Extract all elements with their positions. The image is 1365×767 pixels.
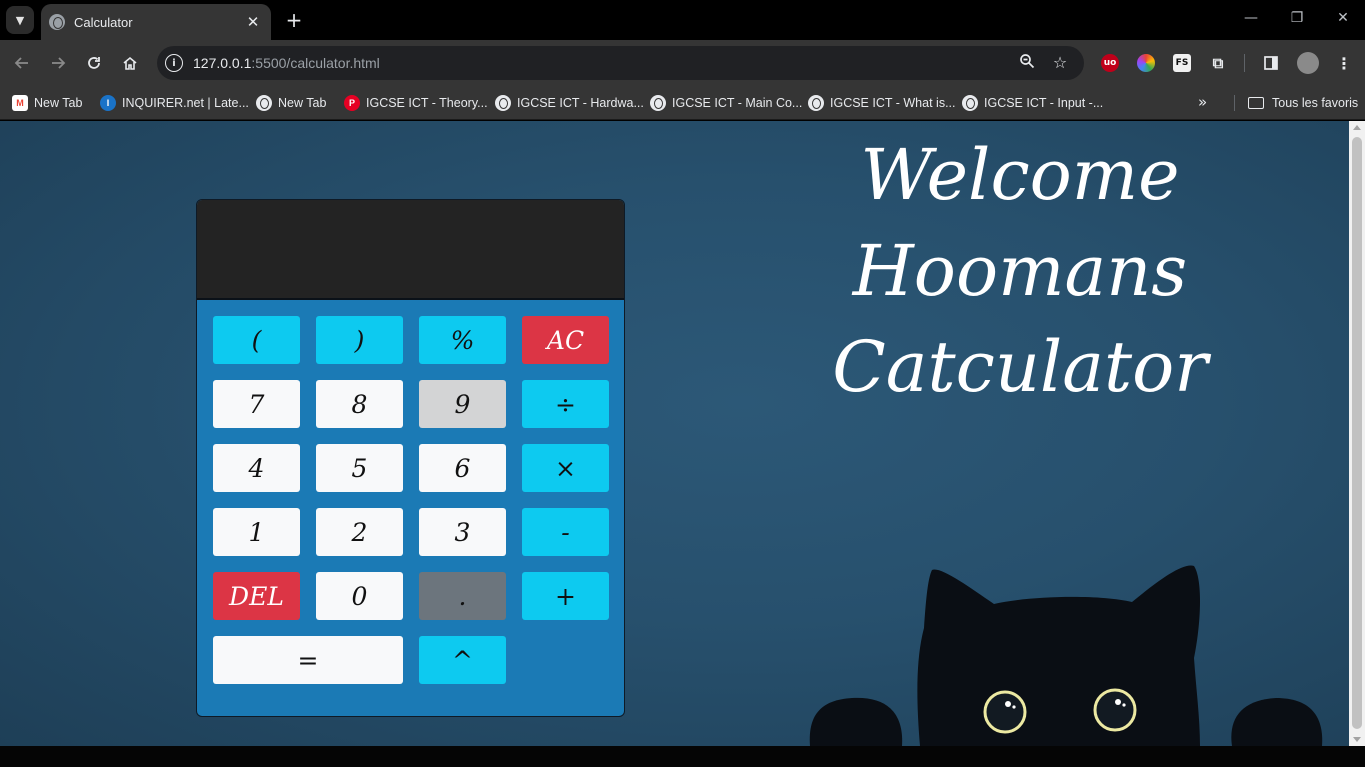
folder-icon [1248,97,1264,109]
key-close-paren[interactable]: ) [316,316,403,364]
key-open-paren[interactable]: ( [213,316,300,364]
back-button[interactable] [10,51,34,75]
key-0[interactable]: 0 [316,572,403,620]
scroll-up-arrow-icon[interactable] [1353,125,1361,130]
color-picker-extension-icon[interactable] [1137,54,1155,72]
key-3[interactable]: 3 [419,508,506,556]
bookmark-item[interactable]: IGCSE ICT - Main Co... [650,92,802,114]
fs-extension-icon[interactable]: FS [1173,54,1191,72]
url-text[interactable]: 127.0.0.1:5500/calculator.html [193,55,380,71]
welcome-line: Catculator [832,326,1208,408]
profile-avatar[interactable] [1297,52,1319,74]
key-decimal[interactable]: . [419,572,506,620]
key-2[interactable]: 2 [316,508,403,556]
arrow-right-icon [52,57,66,69]
vertical-scrollbar[interactable] [1349,121,1365,746]
cat-paw-left [809,697,903,746]
bookmark-item[interactable]: IGCSE ICT - Hardwa... [495,92,644,114]
tab-strip: ▼ Calculator ✕ + — ❐ ✕ [0,0,1365,40]
key-add[interactable]: + [522,572,609,620]
pinterest-icon: P [344,95,360,111]
key-6[interactable]: 6 [419,444,506,492]
globe-icon [650,95,666,111]
welcome-heading: Welcome Hoomans Catculator [700,121,1340,415]
bookmark-item[interactable]: P IGCSE ICT - Theory... [344,92,488,114]
scroll-down-arrow-icon[interactable] [1353,737,1361,742]
toolbar-divider [1244,54,1245,72]
key-5[interactable]: 5 [316,444,403,492]
bookmark-item[interactable]: IGCSE ICT - Input -... [962,92,1103,114]
key-4[interactable]: 4 [213,444,300,492]
calculator-keypad: ( ) % AC 7 8 9 ÷ 4 5 6 × 1 2 3 - DEL 0 .… [213,316,609,684]
globe-icon [49,14,65,30]
ublock-icon[interactable]: uo [1101,54,1119,72]
minimize-button[interactable]: — [1241,10,1261,26]
new-tab-button[interactable]: + [282,8,306,32]
welcome-line: Hoomans [852,230,1188,312]
all-bookmarks-folder[interactable]: Tous les favoris [1248,92,1358,114]
globe-icon [962,95,978,111]
scroll-thumb[interactable] [1352,137,1362,729]
key-percent[interactable]: % [419,316,506,364]
key-divide[interactable]: ÷ [522,380,609,428]
globe-icon [808,95,824,111]
bookmark-star-icon[interactable]: ☆ [1050,53,1070,72]
globe-icon [256,95,272,111]
side-panel-icon[interactable] [1262,54,1280,72]
peeking-cat-illustration [809,565,1323,746]
cat-paw-right [1231,698,1323,746]
tab-title: Calculator [74,14,133,30]
browser-toolbar: i 127.0.0.1:5500/calculator.html ☆ uo FS… [0,40,1365,86]
key-all-clear[interactable]: AC [522,316,609,364]
address-bar[interactable]: i 127.0.0.1:5500/calculator.html ☆ [157,46,1084,80]
key-delete[interactable]: DEL [213,572,300,620]
cat-eye-right [1093,688,1137,732]
bookmarks-bar: M New Tab I INQUIRER.net | Late... New T… [0,86,1365,120]
page-viewport: Welcome Hoomans Catculator ( ) % AC 7 8 … [0,121,1349,746]
cat-head [917,565,1200,746]
key-power[interactable]: ^ [419,636,506,684]
close-tab-button[interactable]: ✕ [243,13,263,31]
menu-kebab-icon[interactable]: ⋮ [1335,54,1353,73]
key-9[interactable]: 9 [419,380,506,428]
calculator-display [197,200,624,300]
zoom-icon[interactable] [1017,53,1037,73]
site-info-icon[interactable]: i [165,54,183,72]
key-subtract[interactable]: - [522,508,609,556]
bookmark-item[interactable]: New Tab [256,92,326,114]
reload-icon [88,57,100,69]
close-window-button[interactable]: ✕ [1333,10,1353,26]
bookmark-item[interactable]: IGCSE ICT - What is... [808,92,955,114]
key-8[interactable]: 8 [316,380,403,428]
inquirer-icon: I [100,95,116,111]
tab-calculator[interactable]: Calculator ✕ [41,4,271,40]
globe-icon [495,95,511,111]
restore-button[interactable]: ❐ [1287,10,1307,26]
bookmark-item[interactable]: I INQUIRER.net | Late... [100,92,249,114]
key-equals[interactable]: = [213,636,403,684]
taskbar-strip [0,746,1365,767]
cat-eye-left [983,690,1027,734]
bookmarks-divider [1234,95,1235,111]
home-icon [123,56,137,70]
extensions-icon[interactable]: ⧉ [1209,54,1227,72]
home-button[interactable] [118,51,142,75]
arrow-left-icon [14,57,28,69]
forward-button[interactable] [46,51,70,75]
tab-search-button[interactable]: ▼ [6,6,34,34]
welcome-line: Welcome [860,134,1180,216]
calculator: ( ) % AC 7 8 9 ÷ 4 5 6 × 1 2 3 - DEL 0 .… [196,199,625,717]
reload-button[interactable] [82,51,106,75]
key-multiply[interactable]: × [522,444,609,492]
more-bookmarks-button[interactable]: » [1198,93,1207,111]
bookmark-item[interactable]: M New Tab [12,92,82,114]
key-7[interactable]: 7 [213,380,300,428]
key-1[interactable]: 1 [213,508,300,556]
gmail-icon: M [12,95,28,111]
